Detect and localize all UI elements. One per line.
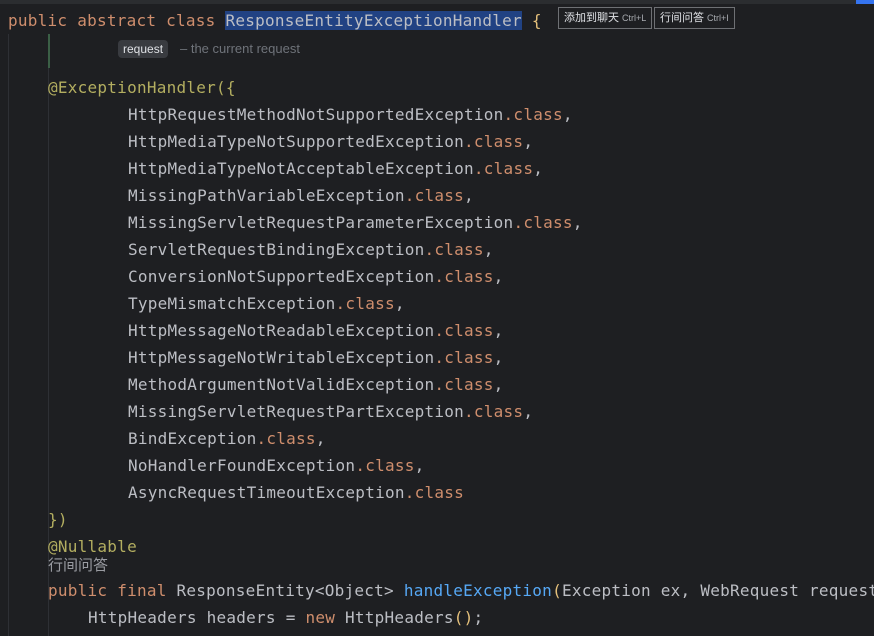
method-signature-line[interactable]: public final ResponseEntity<Object> hand… — [48, 577, 874, 604]
exception-handler-annotation[interactable]: @ExceptionHandler({ — [48, 74, 236, 101]
exception-name: BindException — [128, 429, 257, 448]
keyword-public: public — [8, 11, 68, 30]
exception-name: ConversionNotSupportedException — [128, 267, 435, 286]
assign-operator: = — [285, 608, 296, 627]
comma: , — [394, 294, 405, 313]
comma: , — [464, 186, 474, 205]
class-literal: .class — [503, 105, 563, 124]
exception-name: MissingServletRequestParameterException — [128, 213, 514, 232]
add-to-chat-shortcut: Ctrl+L — [622, 13, 647, 23]
exception-class-line[interactable]: ServletRequestBindingException.class, — [128, 236, 494, 263]
comma: , — [493, 375, 504, 394]
exception-class-line[interactable]: HttpMessageNotReadableException.class, — [128, 317, 504, 344]
indent-guide — [8, 34, 9, 636]
javadoc-param-name: request — [118, 40, 169, 58]
inline-ask-hint[interactable]: 行间问答 — [48, 556, 108, 576]
exception-class-line[interactable]: HttpMessageNotWritableException.class, — [128, 344, 504, 371]
keyword-class: class — [166, 11, 216, 30]
exception-class-line[interactable]: ConversionNotSupportedException.class, — [128, 263, 504, 290]
class-literal: .class — [464, 132, 524, 151]
exception-class-line[interactable]: MissingPathVariableException.class, — [128, 182, 474, 209]
exception-name: ServletRequestBindingException — [128, 240, 425, 259]
class-literal: .class — [335, 294, 395, 313]
annotation-close[interactable]: }) — [48, 506, 68, 533]
code-editor[interactable]: public abstract class ResponseEntityExce… — [0, 0, 874, 636]
keyword-final: final — [117, 581, 167, 600]
variable-name: headers — [206, 608, 276, 627]
exception-class-line[interactable]: HttpMediaTypeNotSupportedException.class… — [128, 128, 533, 155]
keyword-new: new — [305, 608, 336, 627]
selected-class-name[interactable]: ResponseEntityExceptionHandler — [225, 11, 522, 30]
exception-class-line[interactable]: TypeMismatchException.class, — [128, 290, 405, 317]
class-literal: .class — [355, 456, 415, 475]
comma: , — [572, 213, 583, 232]
exception-class-line[interactable]: MissingServletRequestParameterException.… — [128, 209, 583, 236]
class-literal: .class — [464, 402, 524, 421]
exception-name: HttpMediaTypeNotSupportedException — [128, 132, 465, 151]
keyword-public: public — [48, 581, 108, 600]
comma: , — [483, 240, 494, 259]
comma: , — [493, 267, 504, 286]
class-literal: .class — [434, 348, 494, 367]
constructor-parens: () — [453, 608, 474, 627]
active-tab-indicator — [856, 0, 874, 4]
exception-name: AsyncRequestTimeoutException — [128, 483, 405, 502]
comma: , — [414, 456, 425, 475]
class-literal: .class — [424, 240, 484, 259]
open-paren: ( — [552, 581, 562, 600]
class-literal: .class — [404, 186, 465, 205]
class-literal: .class — [473, 159, 534, 178]
exception-class-line[interactable]: NoHandlerFoundException.class, — [128, 452, 425, 479]
exception-class-line[interactable]: MethodArgumentNotValidException.class, — [128, 371, 504, 398]
open-brace: { — [531, 11, 542, 30]
exception-name: TypeMismatchException — [128, 294, 336, 313]
exception-name: NoHandlerFoundException — [128, 456, 356, 475]
exception-name: HttpRequestMethodNotSupportedException — [128, 105, 504, 124]
comma: , — [523, 132, 534, 151]
class-literal: .class — [434, 375, 494, 394]
class-literal: .class — [513, 213, 573, 232]
exception-name: MethodArgumentNotValidException — [128, 375, 435, 394]
return-type: ResponseEntity — [176, 581, 315, 600]
exception-name: HttpMessageNotReadableException — [128, 321, 435, 340]
class-literal: .class — [404, 483, 465, 502]
add-to-chat-button[interactable]: 添加到聊天 Ctrl+L — [558, 7, 653, 29]
comma: , — [493, 321, 504, 340]
generic-type: <Object> — [314, 581, 394, 600]
comma: , — [533, 159, 544, 178]
type-name: HttpHeaders — [88, 608, 197, 627]
class-literal: .class — [434, 267, 494, 286]
exception-name: HttpMediaTypeNotAcceptableException — [128, 159, 474, 178]
class-declaration-line[interactable]: public abstract class ResponseEntityExce… — [8, 7, 542, 34]
method-name: handleException — [403, 581, 553, 600]
class-literal: .class — [256, 429, 316, 448]
exception-class-line[interactable]: BindException.class, — [128, 425, 326, 452]
headers-declaration-line[interactable]: HttpHeaders headers = new HttpHeaders(); — [88, 604, 483, 631]
exception-class-line[interactable]: HttpMediaTypeNotAcceptableException.clas… — [128, 155, 543, 182]
keyword-abstract: abstract — [77, 11, 157, 30]
comma: , — [315, 429, 326, 448]
comma: , — [562, 105, 573, 124]
comma: , — [523, 402, 534, 421]
exception-name: MissingPathVariableException — [128, 186, 405, 205]
inline-ask-label: 行间问答 — [660, 12, 704, 24]
semicolon: ; — [473, 608, 484, 627]
exception-name: HttpMessageNotWritableException — [128, 348, 435, 367]
add-to-chat-label: 添加到聊天 — [564, 12, 619, 24]
exception-class-line[interactable]: MissingServletRequestPartException.class… — [128, 398, 533, 425]
javadoc-param-description: – the current request — [180, 41, 300, 56]
constructor-name: HttpHeaders — [345, 608, 454, 627]
method-params: Exception ex, WebRequest request — [561, 581, 874, 600]
exception-class-line[interactable]: AsyncRequestTimeoutException.class — [128, 479, 464, 506]
exception-class-line[interactable]: HttpRequestMethodNotSupportedException.c… — [128, 101, 573, 128]
class-literal: .class — [434, 321, 494, 340]
comma: , — [493, 348, 504, 367]
tab-strip-indicator — [0, 0, 874, 4]
exception-name: MissingServletRequestPartException — [128, 402, 465, 421]
inline-ask-shortcut: Ctrl+I — [707, 13, 729, 23]
inline-ask-button[interactable]: 行间问答 Ctrl+I — [654, 7, 735, 29]
